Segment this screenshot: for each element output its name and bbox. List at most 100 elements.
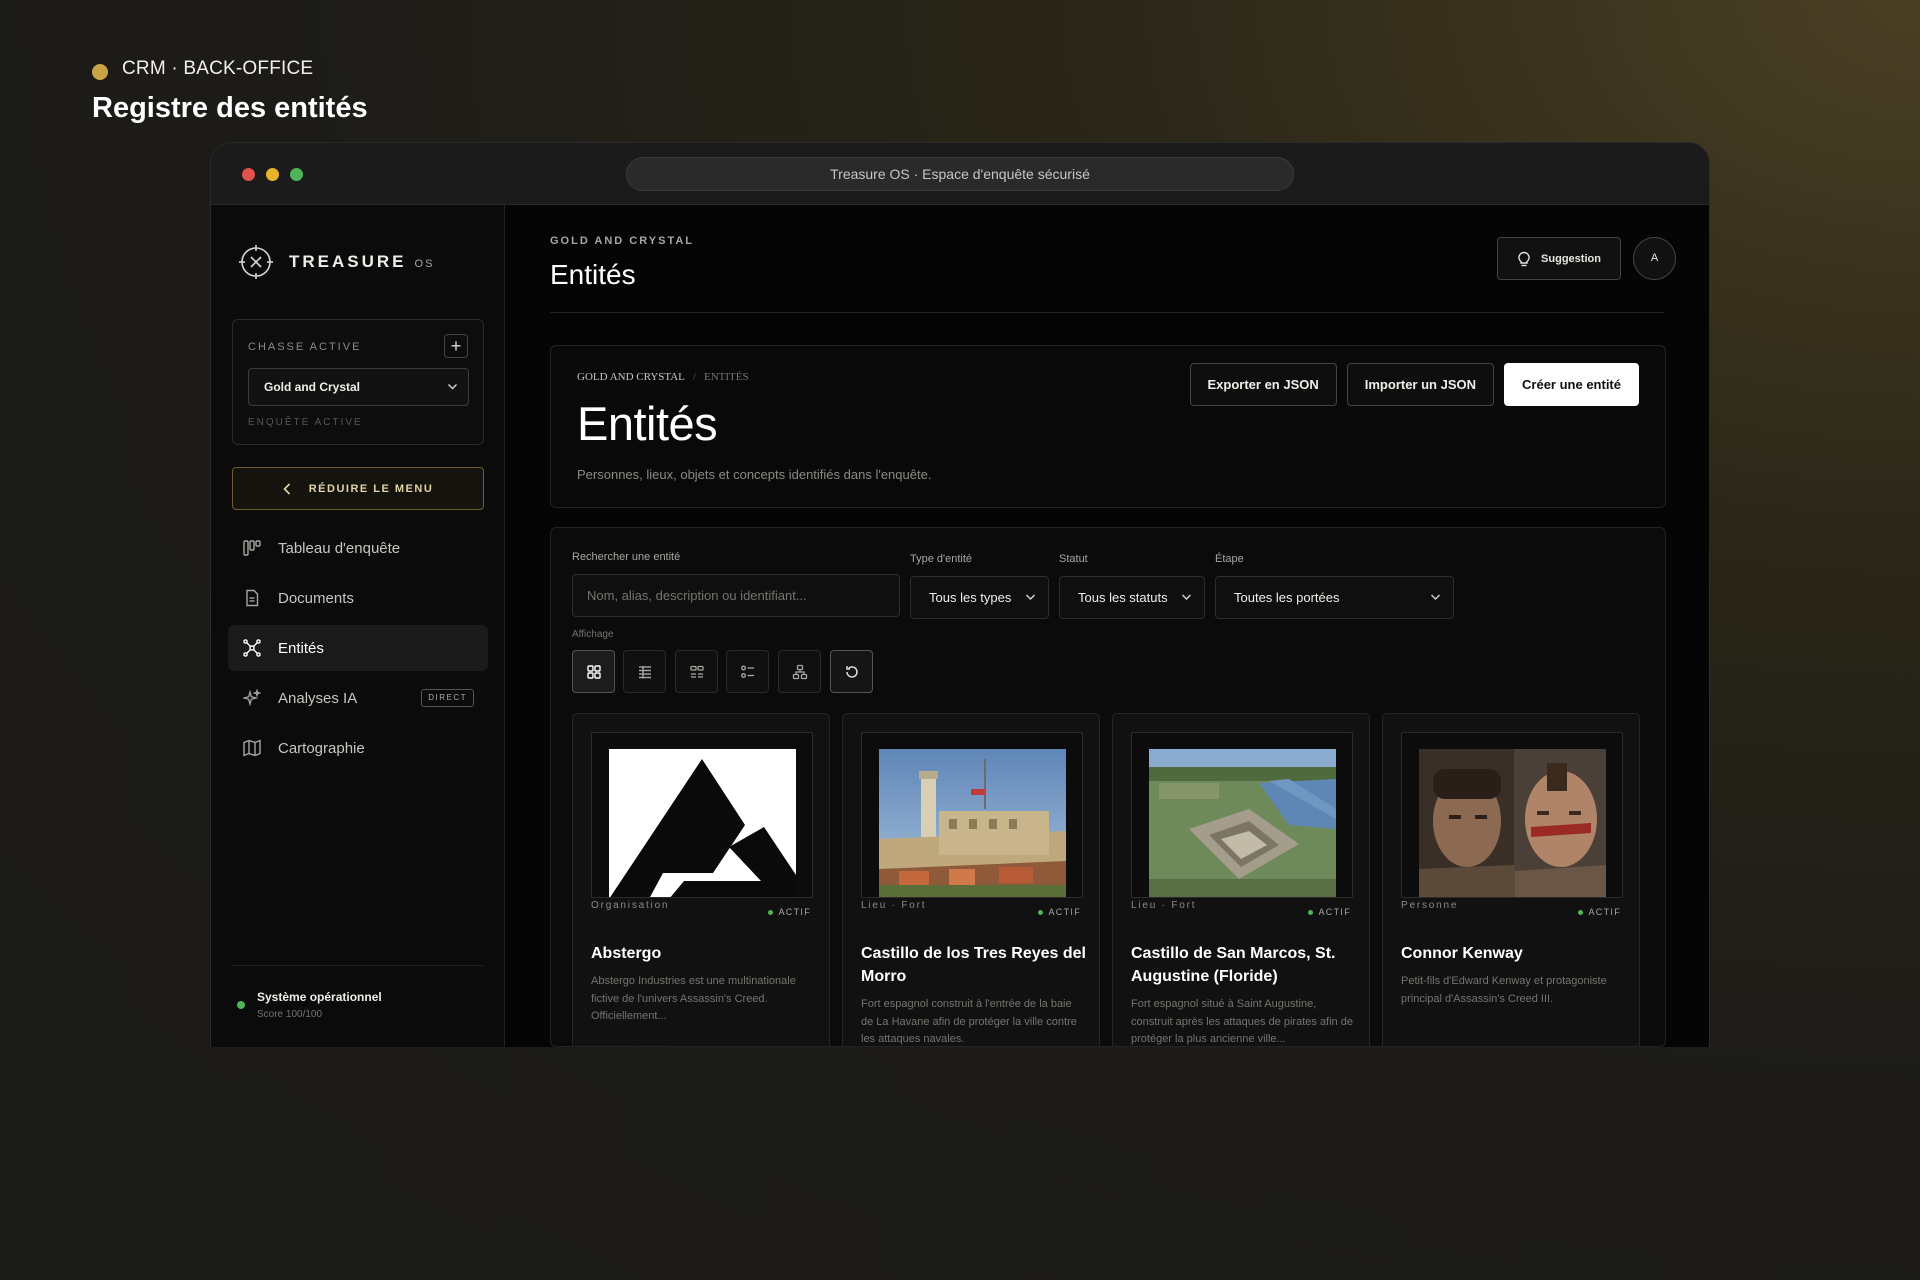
entity-name[interactable]: Connor Kenway	[1401, 942, 1626, 965]
entity-description: Abstergo Industries est une multinationa…	[591, 975, 796, 1022]
chevron-down-icon	[1181, 577, 1192, 635]
chevron-left-icon	[283, 482, 290, 495]
entity-list-panel: Rechercher une entité Nom, alias, descri…	[550, 527, 1666, 1047]
map-icon	[242, 738, 262, 758]
window-controls	[242, 168, 303, 181]
status-filter-label: Statut	[1059, 553, 1088, 565]
entity-description: Petit-fils d'Edward Kenway et protagonis…	[1401, 975, 1607, 1005]
sidebar-item-entites[interactable]: Entités	[228, 625, 488, 671]
create-entity-button[interactable]: Créer une entité	[1504, 363, 1639, 406]
connor-portrait-image	[1419, 749, 1606, 897]
entity-name[interactable]: Castillo de los Tres Reyes del Morro	[861, 942, 1086, 988]
compass-logo-icon	[239, 245, 273, 279]
header-actions: Exporter en JSON Importer un JSON Créer …	[1189, 363, 1639, 406]
stage-filter-select[interactable]: Toutes les portées	[1215, 576, 1454, 619]
chevron-down-icon	[1025, 577, 1036, 635]
entity-name[interactable]: Castillo de San Marcos, St. Augustine (F…	[1131, 942, 1356, 988]
address-bar[interactable]: Treasure OS · Espace d'enquête sécurisé	[626, 157, 1294, 191]
active-hunt-card: CHASSE ACTIVE + Gold and Crystal ENQUÊTE…	[232, 319, 484, 445]
compact-grid-icon	[689, 665, 704, 678]
entity-type: Lieu · Fort	[861, 900, 927, 911]
entity-name[interactable]: Abstergo	[591, 942, 816, 965]
entity-image-frame	[861, 732, 1083, 898]
entity-image-frame	[591, 732, 813, 898]
live-badge: DIRECT	[421, 689, 474, 707]
hunt-select[interactable]: Gold and Crystal	[248, 368, 469, 406]
active-hunt-label: CHASSE ACTIVE	[248, 341, 362, 353]
entity-image-frame	[1131, 732, 1353, 898]
breadcrumb: GOLD AND CRYSTAL / ENTITÉS	[577, 371, 749, 383]
sidebar-item-tableau[interactable]: Tableau d'enquête	[228, 525, 488, 571]
entity-card[interactable]: Organisation ACTIF Abstergo Abstergo Ind…	[572, 713, 830, 1046]
collapse-menu-label: RÉDUIRE LE MENU	[308, 482, 434, 495]
top-title: Entités	[550, 259, 636, 290]
sidebar-item-documents[interactable]: Documents	[228, 575, 488, 621]
abstergo-logo-image	[609, 749, 796, 897]
entity-card[interactable]: Lieu · Fort ACTIF Castillo de los Tres R…	[842, 713, 1100, 1046]
import-json-button[interactable]: Importer un JSON	[1346, 363, 1495, 406]
entity-card[interactable]: Personne ACTIF Connor Kenway Petit-fils …	[1382, 713, 1640, 1046]
status-badge-text: ACTIF	[1318, 907, 1351, 917]
stage-filter-value: Toutes les portées	[1234, 590, 1340, 605]
castle-morro-image	[879, 749, 1066, 897]
document-icon	[242, 588, 262, 608]
sparkle-icon	[242, 688, 262, 708]
sidebar-item-analyses[interactable]: Analyses IA DIRECT	[228, 675, 488, 721]
table-icon	[638, 665, 651, 678]
hierarchy-icon	[792, 664, 807, 679]
status-badge: ACTIF	[1037, 907, 1082, 917]
status-badge: ACTIF	[1307, 907, 1352, 917]
type-filter-select[interactable]: Tous les types	[910, 576, 1049, 619]
hero-title: Registre des entités	[92, 92, 368, 124]
status-badge-text: ACTIF	[1588, 907, 1621, 917]
status-badge-text: ACTIF	[778, 907, 811, 917]
system-status-title: Système opérationnel	[257, 990, 382, 1004]
export-json-button[interactable]: Exporter en JSON	[1189, 363, 1337, 406]
titlebar: Treasure OS · Espace d'enquête sécurisé	[211, 143, 1709, 205]
close-window-button[interactable]	[242, 168, 255, 181]
page-title: Entités	[577, 397, 718, 450]
page-header-card: GOLD AND CRYSTAL / ENTITÉS Entités Personn…	[550, 345, 1666, 508]
refresh-icon	[845, 665, 858, 678]
page-description: Personnes, lieux, objets et concepts ide…	[577, 467, 932, 482]
view-list-button[interactable]	[726, 650, 769, 693]
entities-icon	[242, 638, 262, 658]
sidebar-item-label: Documents	[278, 589, 354, 607]
sidebar-item-label: Analyses IA	[278, 689, 358, 707]
collapse-menu-button[interactable]: RÉDUIRE LE MENU	[232, 467, 484, 510]
search-input[interactable]: Nom, alias, description ou identifiant..…	[572, 574, 900, 617]
entity-description: Fort espagnol situé à Saint Augustine, c…	[1131, 998, 1353, 1045]
entity-type: Organisation	[591, 900, 670, 911]
search-label: Rechercher une entité	[572, 551, 681, 563]
breadcrumb-root[interactable]: GOLD AND CRYSTAL	[577, 371, 685, 383]
brand-suffix: OS	[414, 258, 435, 270]
status-badge: ACTIF	[1577, 907, 1622, 917]
add-hunt-button[interactable]: +	[444, 334, 468, 358]
sidebar-item-cartographie[interactable]: Cartographie	[228, 725, 488, 771]
hunt-status-label: ENQUÊTE ACTIVE	[248, 417, 363, 428]
view-compact-button[interactable]	[675, 650, 718, 693]
brand[interactable]: TREASURE OS	[239, 245, 434, 279]
top-kicker: GOLD AND CRYSTAL	[550, 235, 695, 247]
view-hierarchy-button[interactable]	[778, 650, 821, 693]
entity-card[interactable]: Lieu · Fort ACTIF Castillo de San Marcos…	[1112, 713, 1370, 1046]
suggestion-button[interactable]: Suggestion	[1497, 237, 1621, 280]
minimize-window-button[interactable]	[266, 168, 279, 181]
entity-image-frame	[1401, 732, 1623, 898]
brand-name: TREASURE	[289, 252, 407, 271]
reset-view-button[interactable]	[830, 650, 873, 693]
avatar[interactable]: A	[1633, 237, 1676, 280]
view-table-button[interactable]	[623, 650, 666, 693]
main-content: GOLD AND CRYSTAL Entités Suggestion A GO…	[505, 205, 1709, 1047]
maximize-window-button[interactable]	[290, 168, 303, 181]
breadcrumb-current: ENTITÉS	[703, 371, 749, 383]
lightbulb-icon	[1518, 251, 1530, 266]
system-score: Score 100/100	[257, 1009, 323, 1020]
sidebar-item-label: Entités	[278, 639, 324, 657]
type-filter-value: Tous les types	[929, 590, 1012, 605]
chevron-down-icon	[1430, 577, 1441, 635]
type-filter-label: Type d'entité	[910, 553, 973, 565]
status-filter-select[interactable]: Tous les statuts	[1059, 576, 1205, 619]
view-grid-button[interactable]	[572, 650, 615, 693]
sidebar-item-label: Cartographie	[278, 739, 365, 757]
